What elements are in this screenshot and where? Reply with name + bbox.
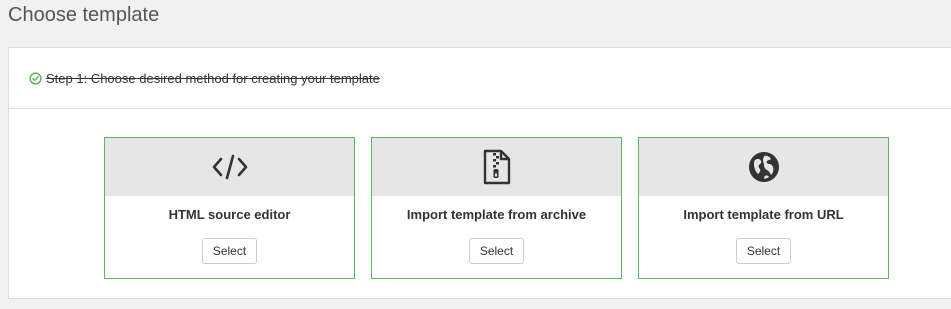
- template-method-panel: Step 1: Choose desired method for creati…: [8, 47, 951, 299]
- card-header: [372, 138, 621, 196]
- select-html-source-editor-button[interactable]: Select: [201, 238, 258, 264]
- card-import-archive: Import template from archive Select: [371, 137, 622, 279]
- select-import-url-button[interactable]: Select: [735, 238, 792, 264]
- code-icon: [212, 154, 247, 180]
- card-title: Import template from URL: [683, 207, 844, 222]
- card-title: HTML source editor: [168, 207, 291, 222]
- select-import-archive-button[interactable]: Select: [468, 238, 525, 264]
- check-circle-icon: [29, 72, 42, 85]
- page-title: Choose template: [8, 4, 160, 26]
- card-header: [639, 138, 888, 196]
- card-import-url: Import template from URL Select: [638, 137, 889, 279]
- card-title: Import template from archive: [406, 207, 587, 222]
- card-header: [105, 138, 354, 196]
- step-header: Step 1: Choose desired method for creati…: [9, 48, 951, 109]
- globe-icon: [748, 152, 779, 182]
- card-html-source-editor: HTML source editor Select: [104, 137, 355, 279]
- step-label: Step 1: Choose desired method for creati…: [46, 70, 380, 86]
- zip-file-icon: [483, 149, 510, 185]
